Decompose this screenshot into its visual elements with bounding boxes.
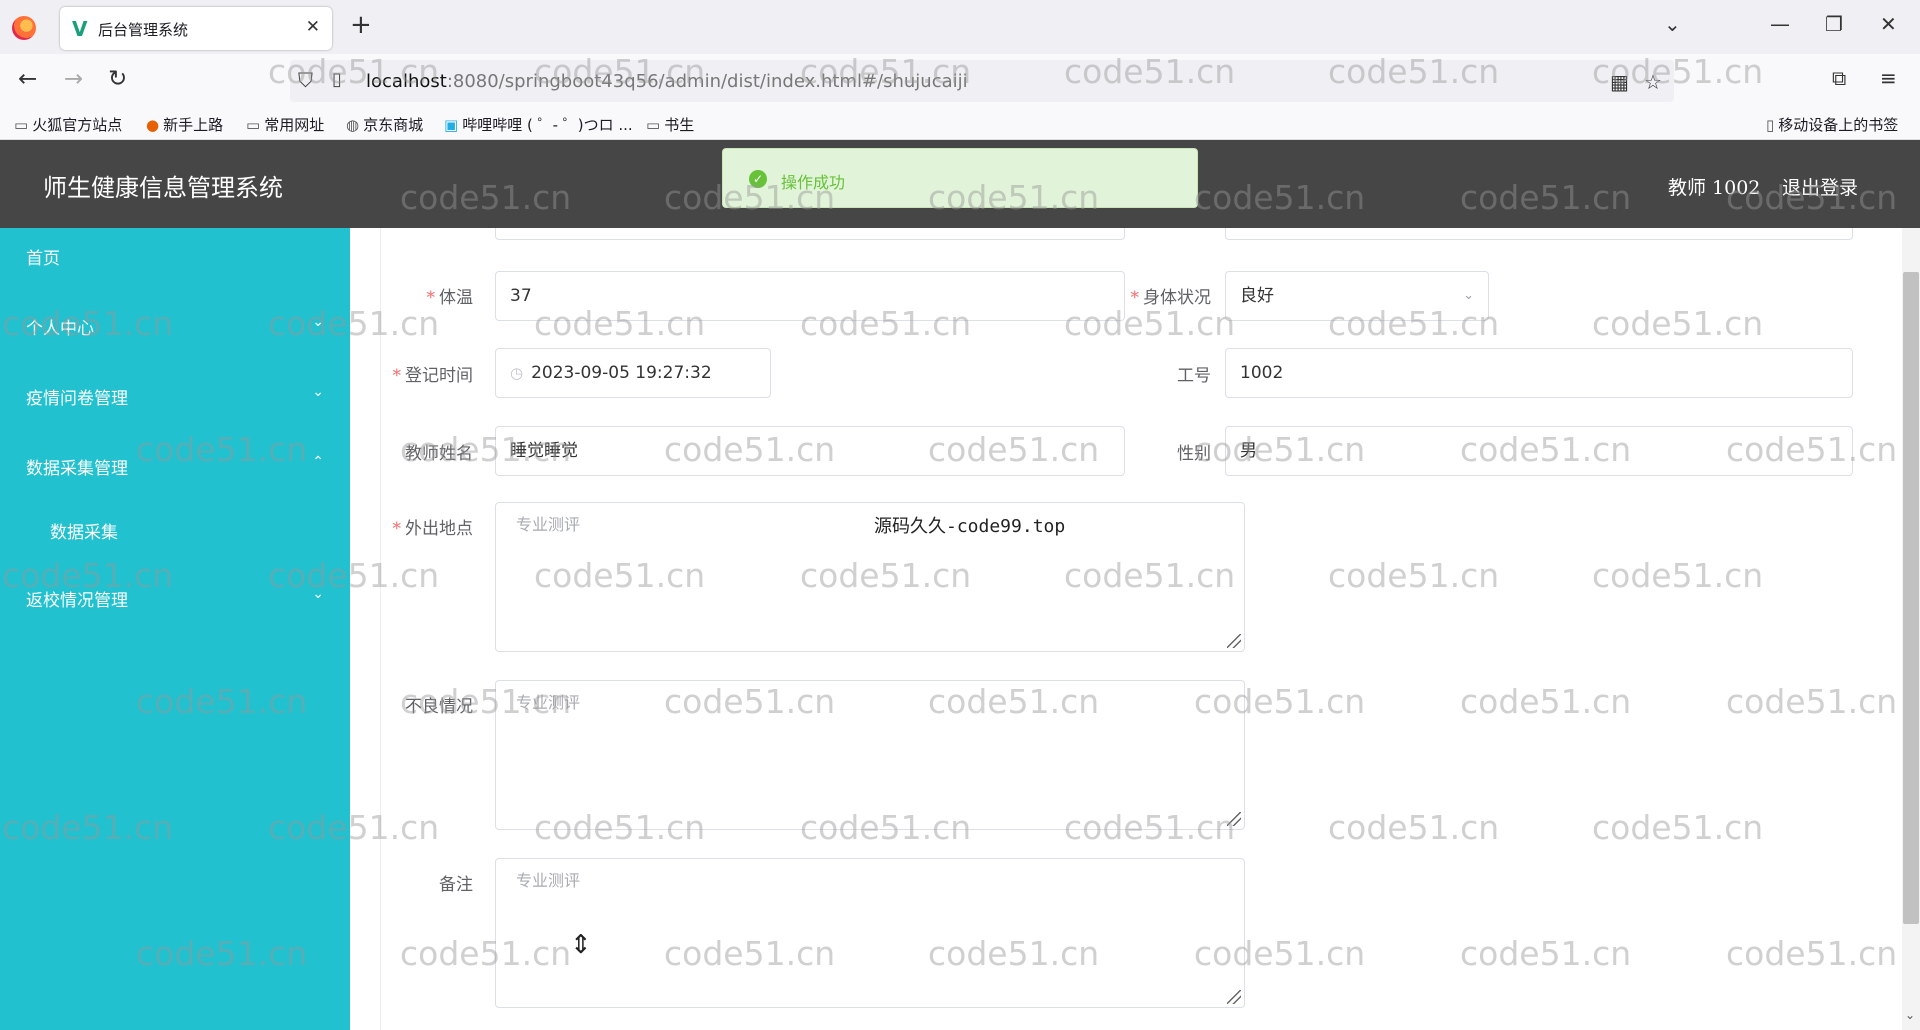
- app-title: 师生健康信息管理系统: [43, 174, 283, 202]
- check-circle-icon: ✓: [749, 170, 767, 188]
- firefox-logo-icon[interactable]: [12, 16, 36, 40]
- bilibili-icon: ▣: [444, 116, 459, 134]
- shield-icon[interactable]: ⛉: [298, 68, 313, 92]
- extensions-icon[interactable]: ⧉: [1832, 66, 1846, 90]
- teacher-name-input[interactable]: 睡觉睡觉: [495, 426, 1125, 476]
- new-tab-icon[interactable]: +: [350, 10, 372, 40]
- chevron-down-icon: ⌄: [312, 384, 324, 400]
- remarks-label: 备注: [439, 875, 473, 895]
- gender-label: 性别: [1177, 444, 1211, 464]
- url-text[interactable]: localhost:8080/springboot43q56/admin/dis…: [366, 71, 968, 92]
- user-name: 教师 1002: [1668, 177, 1761, 199]
- bookmark-item[interactable]: ▭ 书生: [646, 114, 694, 135]
- chevron-up-icon: ⌃: [312, 454, 324, 470]
- outing-textarea[interactable]: 专业测评: [495, 502, 1245, 652]
- form-panel: * 体温 37 * 身体状况 良好 ⌄ * 登记时间 ◷ 2023-09-05 19:27…: [380, 228, 1872, 1030]
- bookmark-item[interactable]: ● 新手上路: [146, 114, 223, 135]
- health-label: * 身体状况: [1130, 288, 1212, 308]
- sidebar: 首页 个人中心 ⌄ 疫情问卷管理 ⌄ 数据采集管理 ⌃ 数据采集 返校情况管理 …: [0, 228, 350, 1030]
- sidebar-item-home[interactable]: 首页: [0, 228, 350, 284]
- sidebar-item-data-collection-mgmt[interactable]: 数据采集管理 ⌃: [0, 438, 350, 494]
- outing-label: * 外出地点: [392, 519, 474, 539]
- register-time-picker[interactable]: ◷ 2023-09-05 19:27:32: [495, 348, 771, 398]
- chevron-down-icon: ⌄: [312, 586, 324, 602]
- url-bar[interactable]: ⛉ ▯ localhost:8080/springboot43q56/admin…: [290, 60, 1674, 102]
- sidebar-item-label: 疫情问卷管理: [26, 389, 128, 409]
- close-icon[interactable]: ✕: [306, 17, 320, 37]
- globe-icon: ◍: [346, 116, 360, 134]
- teacher-name-label: 教师姓名: [405, 444, 473, 464]
- menu-icon[interactable]: ≡: [1880, 66, 1897, 90]
- remarks-placeholder: 专业测评: [516, 871, 581, 890]
- temperature-label: * 体温: [426, 288, 474, 308]
- register-time-label: * 登记时间: [392, 366, 474, 386]
- tab-list-chevron-down-icon[interactable]: ⌄: [1664, 12, 1681, 36]
- job-number-input[interactable]: 1002: [1225, 348, 1853, 398]
- main-content: * 体温 37 * 身体状况 良好 ⌄ * 登记时间 ◷ 2023-09-05 19:27…: [350, 228, 1902, 1030]
- sidebar-item-data-collection[interactable]: 数据采集: [0, 502, 350, 558]
- health-select[interactable]: 良好 ⌄: [1225, 271, 1489, 321]
- bookmark-item[interactable]: ▭ 常用网址: [246, 114, 324, 135]
- sidebar-item-personal-center[interactable]: 个人中心 ⌄: [0, 298, 350, 354]
- mobile-bookmarks[interactable]: ▯ 移动设备上的书签: [1766, 114, 1898, 135]
- minimize-icon[interactable]: —: [1770, 12, 1790, 36]
- remarks-textarea[interactable]: 专业测评: [495, 858, 1245, 1008]
- sidebar-item-return-school[interactable]: 返校情况管理 ⌄: [0, 570, 350, 626]
- sidebar-item-label: 个人中心: [26, 319, 94, 339]
- bad-condition-label: 不良情况: [405, 697, 473, 717]
- bookmark-item[interactable]: ▭ 火狐官方站点: [14, 114, 122, 135]
- restore-icon[interactable]: ❐: [1825, 12, 1843, 36]
- resize-handle-icon[interactable]: [1227, 990, 1241, 1004]
- bookmark-item[interactable]: ▣ 哔哩哔哩 ( ゜- ゜)つロ ...: [444, 114, 633, 135]
- sidebar-item-label: 返校情况管理: [26, 591, 128, 611]
- scrollbar-thumb[interactable]: [1903, 272, 1919, 924]
- temperature-input[interactable]: 37: [495, 271, 1125, 321]
- success-toast: ✓ 操作成功: [722, 148, 1198, 208]
- folder-icon: ▭: [14, 116, 29, 134]
- text-field[interactable]: [1225, 228, 1853, 240]
- tab-title: 后台管理系统: [98, 21, 189, 39]
- toast-message: 操作成功: [781, 173, 846, 192]
- bookmarks-bar: ▭ 火狐官方站点 ● 新手上路 ▭ 常用网址 ◍ 京东商城 ▣ 哔哩哔哩 ( ゜- ゜)つ…: [0, 108, 1920, 140]
- folder-icon: ▭: [646, 116, 661, 134]
- outing-placeholder: 专业测评: [516, 515, 581, 534]
- text-field[interactable]: [495, 228, 1125, 240]
- resize-handle-icon[interactable]: [1227, 634, 1241, 648]
- browser-tab[interactable]: V 后台管理系统 ✕: [60, 7, 332, 50]
- page-icon: ▯: [332, 69, 342, 90]
- star-icon[interactable]: ☆: [1644, 70, 1662, 94]
- scroll-down-icon[interactable]: ⌄: [1905, 1008, 1915, 1022]
- resize-cursor-icon: ⇕: [570, 930, 592, 960]
- back-arrow-icon[interactable]: ←: [18, 66, 37, 92]
- job-number-label: 工号: [1177, 366, 1211, 386]
- sidebar-item-label: 数据采集管理: [26, 459, 128, 479]
- chevron-down-icon: ⌄: [1463, 288, 1474, 303]
- bad-condition-placeholder: 专业测评: [516, 693, 581, 712]
- qr-code-icon[interactable]: ▦: [1610, 70, 1629, 94]
- vue-logo-icon: V: [72, 17, 88, 41]
- resize-handle-icon[interactable]: [1227, 812, 1241, 826]
- browser-nav-bar: ← → ↻ ⛉ ▯ localhost:8080/springboot43q56…: [0, 54, 1920, 108]
- browser-tab-bar: V 后台管理系统 ✕ + ⌄ — ❐ ✕: [0, 0, 1920, 54]
- window-close-icon[interactable]: ✕: [1880, 12, 1897, 36]
- clock-icon: ◷: [510, 364, 524, 382]
- firefox-icon: ●: [146, 116, 160, 134]
- bookmark-item[interactable]: ◍ 京东商城: [346, 114, 423, 135]
- mobile-icon: ▯: [1766, 116, 1775, 134]
- sidebar-item-questionnaire[interactable]: 疫情问卷管理 ⌄: [0, 368, 350, 424]
- chevron-down-icon: ⌄: [312, 314, 324, 330]
- reload-icon[interactable]: ↻: [108, 66, 127, 92]
- overlay-banner-text: 源码久久-code99.top: [874, 516, 1066, 537]
- forward-arrow-icon[interactable]: →: [64, 66, 83, 92]
- bad-condition-textarea[interactable]: 专业测评: [495, 680, 1245, 830]
- logout-button[interactable]: 退出登录: [1782, 173, 1858, 200]
- sidebar-item-label: 首页: [26, 249, 60, 269]
- sidebar-item-label: 数据采集: [50, 523, 118, 543]
- gender-input[interactable]: 男: [1225, 426, 1853, 476]
- folder-icon: ▭: [246, 116, 261, 134]
